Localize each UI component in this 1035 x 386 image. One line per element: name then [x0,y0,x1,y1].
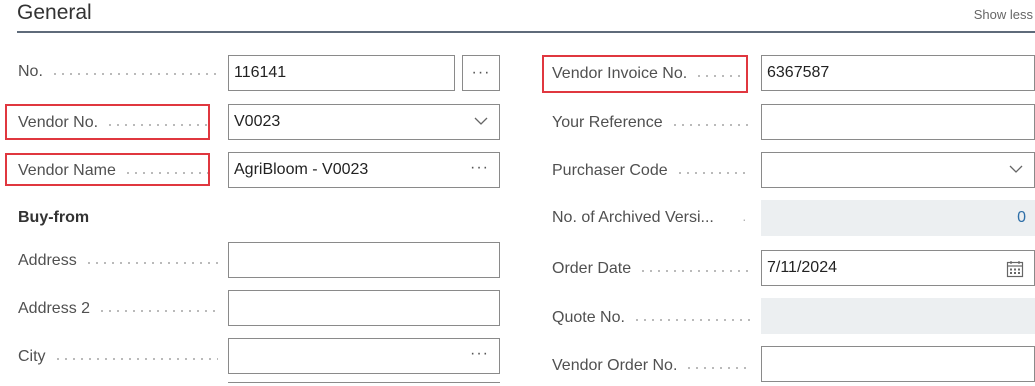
ellipsis-icon[interactable]: ··· [470,345,489,363]
purchaser-code-label: Purchaser Code [552,161,750,181]
city-field[interactable]: ··· [228,338,500,374]
chevron-down-icon [474,117,488,125]
vendor-name-field[interactable]: AgriBloom - V0023 ··· [228,152,500,188]
archived-versions-field[interactable]: 0 [761,200,1035,236]
ellipsis-icon: ··· [471,64,491,81]
section-header: General Show less [17,0,1035,33]
address2-label: Address 2 [18,299,218,319]
your-reference-label: Your Reference [552,113,750,133]
vendor-no-field[interactable]: V0023 [228,104,500,140]
order-date-value: 7/11/2024 [767,259,837,276]
vendor-no-value: V0023 [234,113,281,130]
highlight-vendor-name [5,153,210,186]
vendor-invoice-no-field[interactable]: 6367587 [761,55,1035,91]
vendor-order-no-field[interactable] [761,346,1035,382]
show-less-link[interactable]: Show less [974,7,1033,22]
quote-no-label: Quote No. [552,308,750,328]
your-reference-field[interactable] [761,104,1035,140]
archived-versions-label: No. of Archived Versi... [552,209,714,226]
no-label: No. [18,62,218,82]
no-field[interactable]: 116141 [228,55,455,91]
order-date-label: Order Date [552,259,750,279]
purchaser-code-field[interactable] [761,152,1035,188]
no-assist-button[interactable]: ··· [462,55,500,91]
section-title: General [17,1,92,24]
address-field[interactable] [228,242,500,278]
ellipsis-icon[interactable]: ··· [470,159,489,177]
highlight-vendor-invoice-no [542,55,748,93]
vendor-order-no-label: Vendor Order No. [552,356,750,376]
address-label: Address [18,251,218,271]
highlight-vendor-no [5,104,210,140]
chevron-down-icon [1009,165,1023,173]
vendor-invoice-no-value: 6367587 [767,64,830,81]
address2-field[interactable] [228,290,500,326]
no-value: 116141 [234,64,287,81]
city-label: City [18,347,218,367]
label-dots: · [742,211,747,227]
order-date-field[interactable]: 7/11/2024 [761,250,1035,286]
buy-from-heading: Buy-from [18,209,90,226]
archived-versions-value[interactable]: 0 [1017,209,1026,227]
vendor-name-value: AgriBloom - V0023 [234,161,369,178]
quote-no-field [761,298,1035,334]
next-field-edge [228,382,500,386]
calendar-icon[interactable] [1006,260,1024,278]
